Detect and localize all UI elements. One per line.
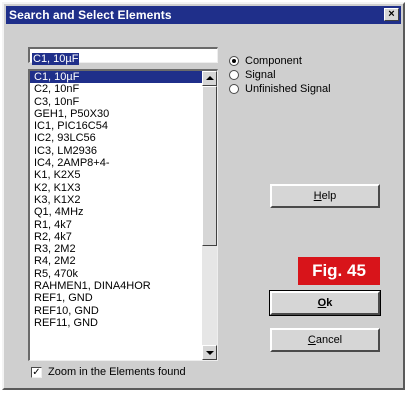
zoom-checkbox[interactable]: ✓ bbox=[31, 366, 42, 378]
list-items: C1, 10µF C2, 10nF C3, 10nF GEH1, P50X30 IC1,… bbox=[30, 71, 202, 329]
scroll-down-button[interactable] bbox=[202, 345, 217, 360]
list-item[interactable]: GEH1, P50X30 bbox=[30, 108, 202, 120]
radio-component[interactable]: Component bbox=[229, 55, 302, 67]
list-item[interactable]: RAHMEN1, DINA4HOR bbox=[30, 280, 202, 292]
radio-selected-dot bbox=[232, 59, 236, 63]
list-item[interactable]: C3, 10nF bbox=[30, 96, 202, 108]
close-button[interactable]: × bbox=[384, 8, 399, 21]
list-item[interactable]: R4, 2M2 bbox=[30, 255, 202, 267]
list-item[interactable]: IC2, 93LC56 bbox=[30, 132, 202, 144]
list-item[interactable]: C1, 10µF bbox=[30, 71, 202, 84]
vertical-scrollbar[interactable] bbox=[202, 71, 217, 360]
radio-unfinished-circle[interactable] bbox=[229, 84, 239, 94]
title-bar[interactable]: Search and Select Elements × bbox=[6, 6, 401, 24]
list-item[interactable]: REF10, GND bbox=[30, 305, 202, 317]
radio-unfinished-signal[interactable]: Unfinished Signal bbox=[229, 83, 331, 95]
zoom-checkbox-row[interactable]: ✓ Zoom in the Elements found bbox=[31, 366, 186, 378]
list-item[interactable]: Q1, 4MHz bbox=[30, 206, 202, 218]
list-item[interactable]: R3, 2M2 bbox=[30, 243, 202, 255]
zoom-checkbox-label: Zoom in the Elements found bbox=[48, 366, 186, 378]
list-item[interactable]: IC4, 2AMP8+4- bbox=[30, 157, 202, 169]
cancel-label-rest: ancel bbox=[315, 334, 343, 346]
list-item[interactable]: REF11, GND bbox=[30, 317, 202, 329]
scroll-thumb[interactable] bbox=[202, 86, 217, 246]
help-button[interactable]: Help bbox=[270, 184, 380, 208]
cancel-mnemonic: C bbox=[307, 334, 316, 346]
arrow-down-icon bbox=[206, 351, 214, 355]
radio-signal[interactable]: Signal bbox=[229, 69, 276, 81]
checkmark-icon: ✓ bbox=[32, 366, 41, 378]
search-input[interactable]: C1, 10µF bbox=[28, 47, 218, 65]
list-item[interactable]: K3, K1X2 bbox=[30, 194, 202, 206]
list-item[interactable]: REF1, GND bbox=[30, 292, 202, 304]
help-label-rest: elp bbox=[321, 190, 337, 202]
cancel-button[interactable]: Cancel bbox=[270, 328, 380, 352]
list-item[interactable]: K1, K2X5 bbox=[30, 169, 202, 181]
figure-badge: Fig. 45 bbox=[298, 257, 380, 285]
list-item[interactable]: R1, 4k7 bbox=[30, 219, 202, 231]
scroll-up-button[interactable] bbox=[202, 71, 217, 86]
ok-button[interactable]: Ok bbox=[269, 290, 381, 316]
ok-mnemonic: O bbox=[317, 297, 327, 309]
radio-signal-label: Signal bbox=[245, 69, 276, 81]
list-item[interactable]: R5, 470k bbox=[30, 268, 202, 280]
dialog-title: Search and Select Elements bbox=[9, 8, 172, 22]
list-item[interactable]: IC3, LM2936 bbox=[30, 145, 202, 157]
radio-component-circle[interactable] bbox=[229, 56, 239, 66]
arrow-up-icon bbox=[206, 76, 214, 80]
ok-label-rest: k bbox=[326, 297, 333, 309]
list-item[interactable]: C2, 10nF bbox=[30, 83, 202, 95]
radio-component-label: Component bbox=[245, 55, 302, 67]
list-item[interactable]: R2, 4k7 bbox=[30, 231, 202, 243]
elements-listbox[interactable]: C1, 10µF C2, 10nF C3, 10nF GEH1, P50X30 IC1,… bbox=[28, 69, 218, 361]
search-input-value: C1, 10µF bbox=[32, 53, 80, 65]
list-item[interactable]: K2, K1X3 bbox=[30, 182, 202, 194]
help-mnemonic: H bbox=[313, 190, 322, 202]
radio-unfinished-label: Unfinished Signal bbox=[245, 83, 331, 95]
close-icon: × bbox=[388, 8, 395, 20]
radio-signal-circle[interactable] bbox=[229, 70, 239, 80]
list-item[interactable]: IC1, PIC16C54 bbox=[30, 120, 202, 132]
